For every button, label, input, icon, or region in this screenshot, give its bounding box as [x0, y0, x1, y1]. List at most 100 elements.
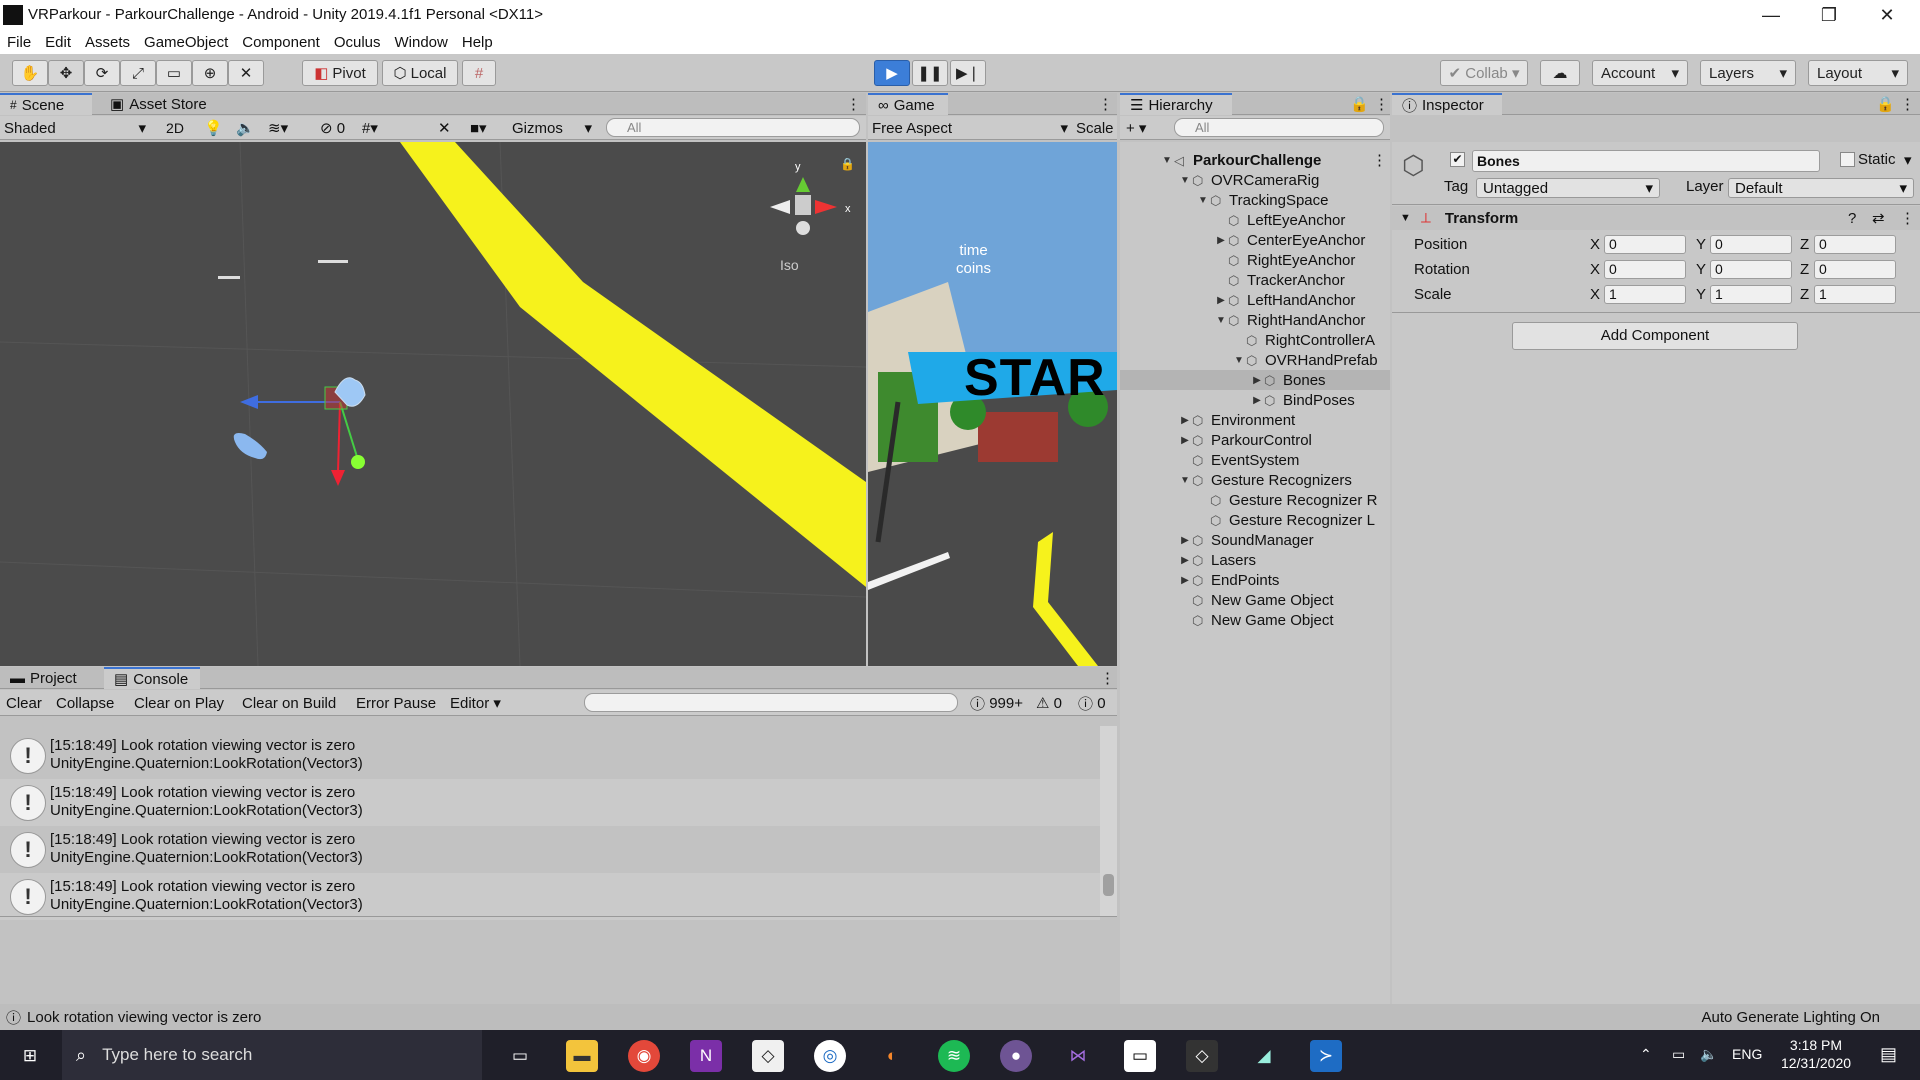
audio-icon[interactable]: 🔈: [236, 118, 255, 138]
scale-tool-icon[interactable]: ⤢: [120, 60, 156, 86]
active-checkbox[interactable]: ✔: [1450, 152, 1465, 167]
grid-snap-icon[interactable]: #: [462, 60, 496, 86]
axis-x-label[interactable]: X: [1590, 286, 1600, 303]
axis-z-label[interactable]: Z: [1800, 261, 1809, 278]
axis-y-label[interactable]: Y: [1696, 286, 1706, 303]
hierarchy-item[interactable]: ▶ ⬡ Bones: [1120, 370, 1390, 390]
log-entry[interactable]: ! [15:18:49] Look rotation viewing vector…: [0, 873, 1100, 920]
scale-slider-label[interactable]: Scale: [1076, 118, 1114, 138]
menu-window[interactable]: Window: [392, 34, 451, 51]
file-explorer-icon[interactable]: ▬: [566, 1040, 598, 1072]
foldout-arrow-icon[interactable]: ▼: [1160, 155, 1174, 166]
lighting-icon[interactable]: 💡: [204, 118, 223, 138]
foldout-arrow-icon[interactable]: ▶: [1178, 535, 1192, 546]
foldout-arrow-icon[interactable]: ▶: [1214, 235, 1228, 246]
hierarchy-item[interactable]: ▶ ⬡ CenterEyeAnchor: [1120, 230, 1390, 250]
hierarchy-item[interactable]: ▶ ⬡ Lasers: [1120, 550, 1390, 570]
log-count-toggle[interactable]: ⓘ 999+: [970, 693, 1023, 713]
layers-dropdown[interactable]: Layers ▾: [1700, 60, 1796, 86]
hierarchy-item[interactable]: ▶ ⬡ BindPoses: [1120, 390, 1390, 410]
windows-start-icon[interactable]: ⊞: [14, 1040, 46, 1072]
panel-menu-icon[interactable]: ⋮: [1890, 93, 1920, 115]
hierarchy-item[interactable]: ⬡ New Game Object: [1120, 590, 1390, 610]
hierarchy-item[interactable]: ⬡ New Game Object: [1120, 610, 1390, 630]
transform-tool-icon[interactable]: ⊕: [192, 60, 228, 86]
collab-button[interactable]: ✔ Collab ▾: [1440, 60, 1528, 86]
log-entry[interactable]: ! [15:18:49] Look rotation viewing vector…: [0, 779, 1100, 826]
axis-z-label[interactable]: Z: [1800, 286, 1809, 303]
static-checkbox[interactable]: [1840, 152, 1855, 167]
move-tool-icon[interactable]: ✥: [48, 60, 84, 86]
panel-menu-icon[interactable]: ⋮: [1088, 93, 1123, 115]
menu-edit[interactable]: Edit: [42, 34, 74, 51]
hierarchy-item[interactable]: ▼ ⬡ RightHandAnchor: [1120, 310, 1390, 330]
grid-toggle-icon[interactable]: #▾: [362, 118, 378, 138]
cloud-icon[interactable]: ☁: [1540, 60, 1580, 86]
tab-asset-store[interactable]: ▣ Asset Store: [100, 93, 217, 115]
foldout-arrow-icon[interactable]: ▶: [1214, 295, 1228, 306]
create-dropdown[interactable]: + ▾: [1126, 118, 1146, 138]
foldout-arrow-icon[interactable]: ▶: [1178, 415, 1192, 426]
foldout-arrow-icon[interactable]: ▼: [1196, 195, 1210, 206]
static-dropdown-arrow-icon[interactable]: ▾: [1904, 151, 1912, 169]
log-entry[interactable]: ! [15:18:49] Look rotation viewing vector…: [0, 826, 1100, 873]
foldout-arrow-icon[interactable]: ▶: [1178, 555, 1192, 566]
editor-dropdown[interactable]: Editor ▾: [450, 693, 501, 713]
tab-game[interactable]: ∞ Game: [868, 93, 948, 115]
menu-assets[interactable]: Assets: [82, 34, 133, 51]
rect-tool-icon[interactable]: ▭: [156, 60, 192, 86]
volume-icon[interactable]: 🔈: [1700, 1046, 1717, 1063]
tab-inspector[interactable]: ⓘ Inspector: [1392, 93, 1502, 115]
scene-canvas[interactable]: x y Iso 🔒: [0, 142, 866, 666]
menu-oculus[interactable]: Oculus: [331, 34, 384, 51]
play-button[interactable]: ▶: [874, 60, 910, 86]
error-pause-toggle[interactable]: Error Pause: [356, 693, 436, 713]
github-icon[interactable]: ●: [1000, 1040, 1032, 1072]
tab-project[interactable]: ▬ Project: [0, 667, 96, 689]
unity-icon[interactable]: ◇: [1186, 1040, 1218, 1072]
shading-dropdown[interactable]: Shaded ▾: [4, 118, 146, 138]
pause-button[interactable]: ❚❚: [912, 60, 948, 86]
hierarchy-item[interactable]: ▼ ⬡ TrackingSpace: [1120, 190, 1390, 210]
axis-x-label[interactable]: X: [1590, 236, 1600, 253]
hierarchy-item[interactable]: ⬡ Gesture Recognizer L: [1120, 510, 1390, 530]
object-name-field[interactable]: Bones: [1472, 150, 1820, 172]
tray-chevron-icon[interactable]: ⌃: [1640, 1046, 1652, 1063]
local-toggle[interactable]: ⬡ Local: [382, 60, 458, 86]
hierarchy-item[interactable]: ▼ ⬡ OVRCameraRig: [1120, 170, 1390, 190]
foldout-arrow-icon[interactable]: ▼: [1178, 175, 1192, 186]
log-entry[interactable]: ! [15:18:49] Look rotation viewing vector…: [0, 732, 1100, 779]
transform-position-z-field[interactable]: 0: [1814, 235, 1896, 254]
aspect-dropdown[interactable]: Free Aspect ▾: [872, 118, 1068, 138]
transform-scale-y-field[interactable]: 1: [1710, 285, 1792, 304]
game-view[interactable]: time coins STAR: [868, 142, 1117, 666]
gizmos-dropdown[interactable]: Gizmos ▾: [512, 118, 592, 138]
foldout-arrow-icon[interactable]: ▼: [1178, 475, 1192, 486]
app-icon[interactable]: ◎: [814, 1040, 846, 1072]
scene-menu-icon[interactable]: ⋮: [1372, 151, 1387, 169]
foldout-arrow-icon[interactable]: ▼: [1214, 315, 1228, 326]
menu-help[interactable]: Help: [459, 34, 496, 51]
axis-x-label[interactable]: X: [1590, 261, 1600, 278]
tools-icon[interactable]: ✕: [438, 118, 451, 138]
onenote-icon[interactable]: N: [690, 1040, 722, 1072]
hierarchy-item[interactable]: ▼ ⬡ OVRHandPrefab: [1120, 350, 1390, 370]
unity-hub-icon[interactable]: ◇: [752, 1040, 784, 1072]
transform-position-x-field[interactable]: 0: [1604, 235, 1686, 254]
clear-button[interactable]: Clear: [6, 693, 42, 713]
rotate-tool-icon[interactable]: ⟳: [84, 60, 120, 86]
menu-file[interactable]: File: [4, 34, 34, 51]
menu-component[interactable]: Component: [239, 34, 323, 51]
foldout-arrow-icon[interactable]: ▶: [1250, 375, 1264, 386]
hierarchy-item[interactable]: ▶ ⬡ EndPoints: [1120, 570, 1390, 590]
hierarchy-item[interactable]: ⬡ RightEyeAnchor: [1120, 250, 1390, 270]
hierarchy-item[interactable]: ▶ ⬡ LeftHandAnchor: [1120, 290, 1390, 310]
powershell-icon[interactable]: ≻: [1310, 1040, 1342, 1072]
transform-scale-x-field[interactable]: 1: [1604, 285, 1686, 304]
visual-studio-icon[interactable]: ⋈: [1062, 1040, 1094, 1072]
effects-icon[interactable]: ≋▾: [268, 118, 288, 138]
close-button[interactable]: ✕: [1858, 0, 1916, 30]
task-view-icon[interactable]: ▭: [504, 1040, 536, 1072]
axis-z-label[interactable]: Z: [1800, 236, 1809, 253]
panel-menu-icon[interactable]: ⋮: [1090, 667, 1125, 689]
